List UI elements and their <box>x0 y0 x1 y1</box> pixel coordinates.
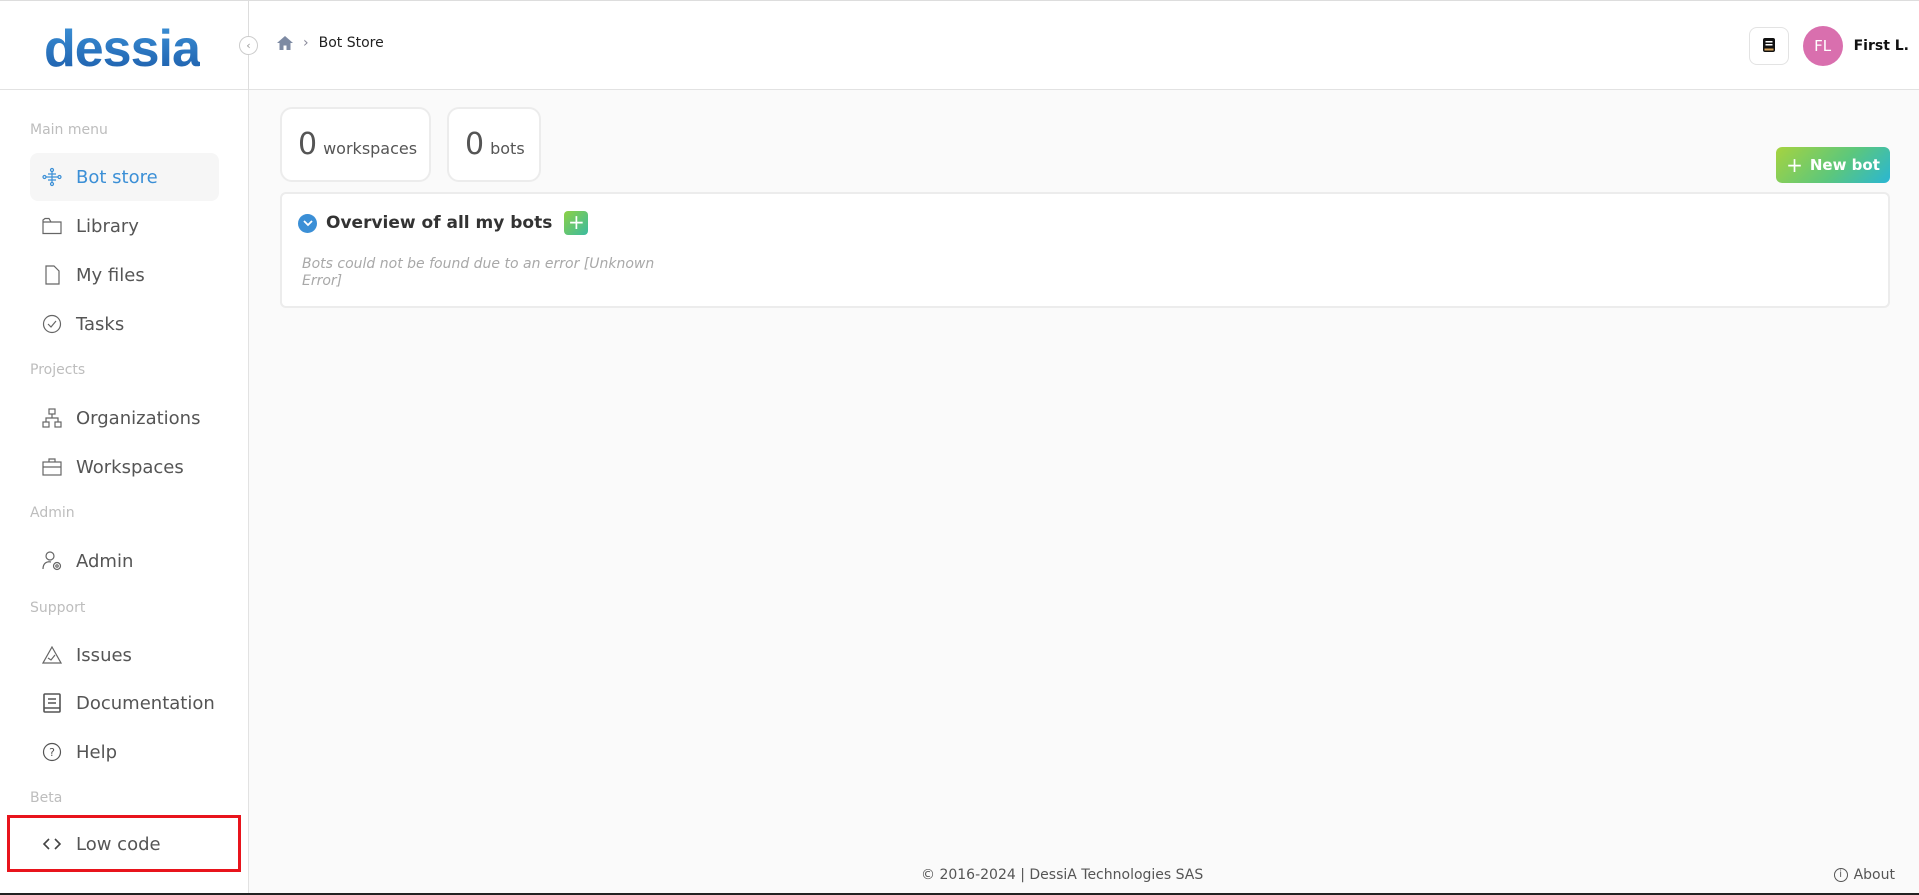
sidebar-item-organizations[interactable]: Organizations <box>30 394 219 442</box>
sidebar-item-my-files[interactable]: My files <box>30 251 219 299</box>
sidebar-item-label: Bot store <box>76 166 158 188</box>
footer-copyright: © 2016-2024 | DessiA Technologies SAS <box>921 867 1204 883</box>
book-icon <box>42 693 62 713</box>
chevron-down-icon[interactable] <box>298 213 317 233</box>
file-icon <box>42 265 62 285</box>
stat-value: 0 <box>298 127 318 162</box>
home-icon[interactable] <box>277 36 293 50</box>
bots-overview-panel: Overview of all my bots + Bots could not… <box>280 192 1890 308</box>
sidebar-item-help[interactable]: ? Help <box>30 728 219 776</box>
section-projects: Projects <box>30 362 86 378</box>
section-admin: Admin <box>30 505 75 521</box>
sidebar-item-label: Low code <box>76 833 161 855</box>
new-bot-button[interactable]: + New bot <box>1776 147 1890 183</box>
sidebar-item-issues[interactable]: Issues <box>30 631 219 679</box>
plus-icon: + <box>1786 153 1803 177</box>
sidebar-item-library[interactable]: Library <box>30 202 219 250</box>
collapse-sidebar-button[interactable]: ‹ <box>239 36 258 55</box>
code-icon <box>42 834 62 854</box>
check-circle-icon <box>42 314 62 334</box>
sidebar-item-low-code[interactable]: Low code <box>30 820 219 868</box>
sidebar-item-workspaces[interactable]: Workspaces <box>30 443 219 491</box>
sidebar-item-label: Organizations <box>76 407 201 429</box>
stat-bots: 0 bots <box>447 107 541 182</box>
sidebar-item-label: Workspaces <box>76 456 184 478</box>
folder-icon <box>42 216 62 236</box>
panel-title: Overview of all my bots <box>326 213 553 233</box>
svg-text:?: ? <box>49 746 55 759</box>
header-user-area: FL First L. <box>1748 26 1909 66</box>
sidebar-item-label: Help <box>76 741 118 763</box>
dessia-logo[interactable]: dessia <box>44 19 201 79</box>
chevron-left-icon: ‹ <box>246 39 251 52</box>
top-header: dessia › Bot Store FL First L. <box>0 0 1919 91</box>
error-message: Bots could not be found due to an error … <box>302 256 655 289</box>
about-link[interactable]: i About <box>1833 867 1895 883</box>
user-name[interactable]: First L. <box>1854 38 1909 54</box>
breadcrumb-current: Bot Store <box>318 35 384 51</box>
help-circle-icon: ? <box>42 742 62 762</box>
stat-label: workspaces <box>323 139 418 158</box>
sidebar-item-label: Library <box>76 215 139 237</box>
section-support: Support <box>30 600 86 616</box>
section-beta: Beta <box>30 790 63 806</box>
sidebar-item-label: Documentation <box>76 692 215 714</box>
info-icon: i <box>1833 868 1848 882</box>
avatar[interactable]: FL <box>1802 26 1843 66</box>
panel-header: Overview of all my bots + <box>298 211 589 235</box>
user-gear-icon <box>42 551 62 571</box>
sidebar-item-label: Admin <box>76 550 134 572</box>
briefcase-icon <box>42 457 62 477</box>
sidebar-item-tasks[interactable]: Tasks <box>30 300 219 348</box>
sidebar-item-label: Issues <box>76 644 132 666</box>
bot-network-icon <box>42 167 62 187</box>
stat-workspaces: 0 workspaces <box>280 107 431 182</box>
sidebar-item-admin[interactable]: Admin <box>30 537 219 585</box>
warning-icon <box>42 645 62 665</box>
sidebar-item-label: Tasks <box>76 313 125 335</box>
chevron-right-icon: › <box>303 35 309 51</box>
section-main-menu: Main menu <box>30 122 108 138</box>
add-bot-button[interactable]: + <box>564 211 589 235</box>
about-label: About <box>1853 867 1895 883</box>
sidebar: Main menu Bot store Library My files Tas… <box>0 90 249 895</box>
stat-value: 0 <box>465 127 485 162</box>
sidebar-item-documentation[interactable]: Documentation <box>30 679 219 727</box>
org-chart-icon <box>42 408 62 428</box>
documentation-button[interactable] <box>1748 27 1789 65</box>
sidebar-item-bot-store[interactable]: Bot store <box>30 153 219 201</box>
stat-label: bots <box>490 139 525 158</box>
sidebar-item-label: My files <box>76 264 145 286</box>
breadcrumb: › Bot Store <box>277 35 384 51</box>
book-icon <box>1762 37 1775 56</box>
new-bot-label: New bot <box>1809 156 1880 174</box>
